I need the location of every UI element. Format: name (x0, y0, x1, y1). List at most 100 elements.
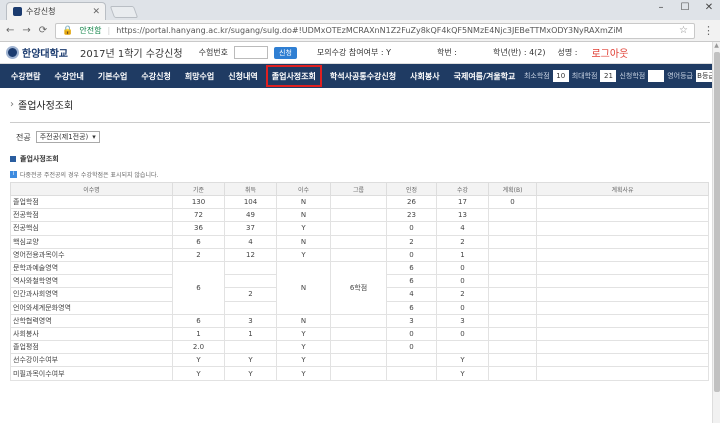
major-filter-label: 전공 (16, 132, 31, 142)
cell-recognized: 2 (386, 234, 437, 249)
dropdown-arrow-icon: ▾ (92, 132, 96, 141)
browser-menu-icon[interactable]: ⋮ (703, 24, 714, 37)
cell-name: 역사와철학영역 (10, 274, 173, 289)
reload-icon[interactable]: ⟳ (39, 25, 47, 36)
window-controls: – ☐ ✕ (654, 2, 716, 13)
page-title: › 졸업사정조회 (10, 97, 710, 112)
cell-standard: Y (172, 353, 225, 368)
cell-reason (536, 300, 709, 315)
scroll-up-icon[interactable]: ▲ (713, 42, 720, 50)
cell-plan: 0 (488, 194, 537, 210)
cell-recognized: 23 (386, 208, 437, 223)
site-header: 한양대학교 2017년 1학기 수강신청 수험번호 신청 모의수강 참여여부 :… (0, 42, 720, 64)
cell-plan (488, 287, 537, 302)
cell-acquired: 104 (224, 194, 277, 210)
table-row: 졸업학점 130 104 N 26 17 0 (10, 194, 709, 210)
nav-item-registration[interactable]: 수강신청 (134, 64, 177, 88)
table-row: 선수강이수여부 Y Y Y Y (10, 353, 709, 368)
cell-reason (536, 208, 709, 223)
nav-item-volunteer[interactable]: 사회봉사 (403, 64, 446, 88)
nav-item-history[interactable]: 신청내역 (221, 64, 264, 88)
cell-plan (488, 221, 537, 236)
cell-plan (488, 326, 537, 342)
nav-item-wishlist[interactable]: 희망수업 (178, 64, 221, 88)
cell-standard: 1 (172, 326, 225, 342)
col-header-name: 이수명 (10, 182, 173, 196)
col-header-plan: 계획(B) (488, 182, 537, 196)
favicon-icon (13, 7, 22, 16)
cell-plan (488, 247, 537, 262)
cell-recognized: 6 (386, 260, 437, 276)
cell-recognized: 6 (386, 274, 437, 289)
cell-acquired: 2 (224, 287, 277, 302)
table-row: 영어전용과목이수 2 12 Y 0 1 (10, 247, 709, 262)
page-scrollbar[interactable]: ▲ (712, 42, 720, 423)
cell-plan (488, 313, 537, 328)
nav-item-intl-school[interactable]: 국제여름/겨울학교 (447, 64, 523, 88)
cell-standard: 6 (172, 313, 225, 328)
credit-summary: 최소학점 10 최대학점 21 신청학점 영어등급 B등급 (524, 70, 720, 82)
cell-completed: Y (276, 326, 331, 342)
minimize-icon[interactable]: – (654, 2, 668, 13)
table-row: 문학과예술영역 6 N 6학점 6 0 (10, 260, 709, 315)
forward-icon[interactable]: → (22, 25, 30, 36)
browser-tab[interactable]: 수강신청 ✕ (6, 2, 106, 20)
nav-item-graduation-check[interactable]: 졸업사정조회 (265, 64, 323, 88)
nav-item-catalog[interactable]: 수강편람 (4, 64, 47, 88)
english-grade-label: 영어등급 (667, 72, 693, 80)
university-name: 한양대학교 (22, 49, 68, 60)
cell-plan (488, 300, 537, 315)
logout-link[interactable]: 로그아웃 (591, 45, 628, 60)
cell-group (330, 208, 387, 223)
col-header-current: 수강 (436, 182, 489, 196)
exam-no-input[interactable] (234, 46, 269, 59)
cell-acquired: Y (224, 366, 277, 381)
university-logo[interactable]: 한양대학교 (6, 45, 68, 60)
table-row: 미필과목이수여부 Y Y Y Y (10, 366, 709, 381)
cell-name: 사회봉사 (10, 326, 173, 342)
col-header-acquired: 취득 (224, 182, 277, 196)
cell-acquired: Y (224, 353, 277, 368)
nav-item-basic-classes[interactable]: 기본수업 (91, 64, 134, 88)
scrollbar-thumb[interactable] (714, 52, 720, 392)
url-field[interactable]: 🔒 안전함 | https://portal.hanyang.ac.kr/sug… (55, 22, 695, 39)
major-filter: 전공 주전공(제1전공) ▾ (16, 131, 710, 143)
tab-close-icon[interactable]: ✕ (92, 7, 100, 17)
cell-recognized: 0 (386, 247, 437, 262)
cell-reason (536, 287, 709, 302)
cell-current: 3 (436, 313, 489, 328)
max-credit-label: 최대학점 (571, 72, 598, 80)
section-title-text: 졸업사정조회 (20, 155, 59, 163)
cell-reason (536, 274, 709, 289)
cell-completed: N (276, 313, 331, 328)
window-close-icon[interactable]: ✕ (702, 2, 716, 13)
secure-label: 안전함 (79, 26, 102, 35)
cell-recognized (386, 366, 437, 381)
new-tab-button[interactable] (109, 6, 139, 18)
cell-recognized: 4 (386, 287, 437, 302)
cell-acquired (224, 260, 277, 276)
cell-group (330, 194, 387, 210)
table-row: 핵심교양 6 4 N 2 2 (10, 234, 709, 249)
col-header-standard: 기준 (172, 182, 225, 196)
min-credit-value: 10 (552, 70, 569, 82)
major-select[interactable]: 주전공(제1전공) ▾ (35, 131, 100, 143)
maximize-icon[interactable]: ☐ (678, 2, 692, 13)
cell-acquired: 1 (224, 326, 277, 342)
cell-completed: Y (276, 247, 331, 262)
cell-completed: Y (276, 366, 331, 381)
nav-item-guide[interactable]: 수강안내 (47, 64, 90, 88)
cell-completed: N (276, 208, 331, 223)
cell-name: 미필과목이수여부 (10, 366, 173, 381)
cell-current: 0 (436, 300, 489, 315)
table-row: 전공핵심 36 37 Y 0 4 (10, 221, 709, 236)
bookmark-star-icon[interactable]: ☆ (679, 25, 688, 36)
url-text: https://portal.hanyang.ac.kr/sugang/sulg… (116, 26, 623, 35)
cell-current: 0 (436, 260, 489, 276)
back-icon[interactable]: ← (6, 25, 14, 36)
nav-item-joint-program[interactable]: 학석사공통수강신청 (323, 64, 403, 88)
graduation-table: 이수명 기준 취득 이수 그룹 인정 수강 계획(B) 계획사유 졸업학점 13… (10, 182, 709, 381)
cell-completed: Y (276, 340, 331, 355)
cell-reason (536, 194, 709, 210)
exam-apply-button[interactable]: 신청 (274, 46, 297, 59)
